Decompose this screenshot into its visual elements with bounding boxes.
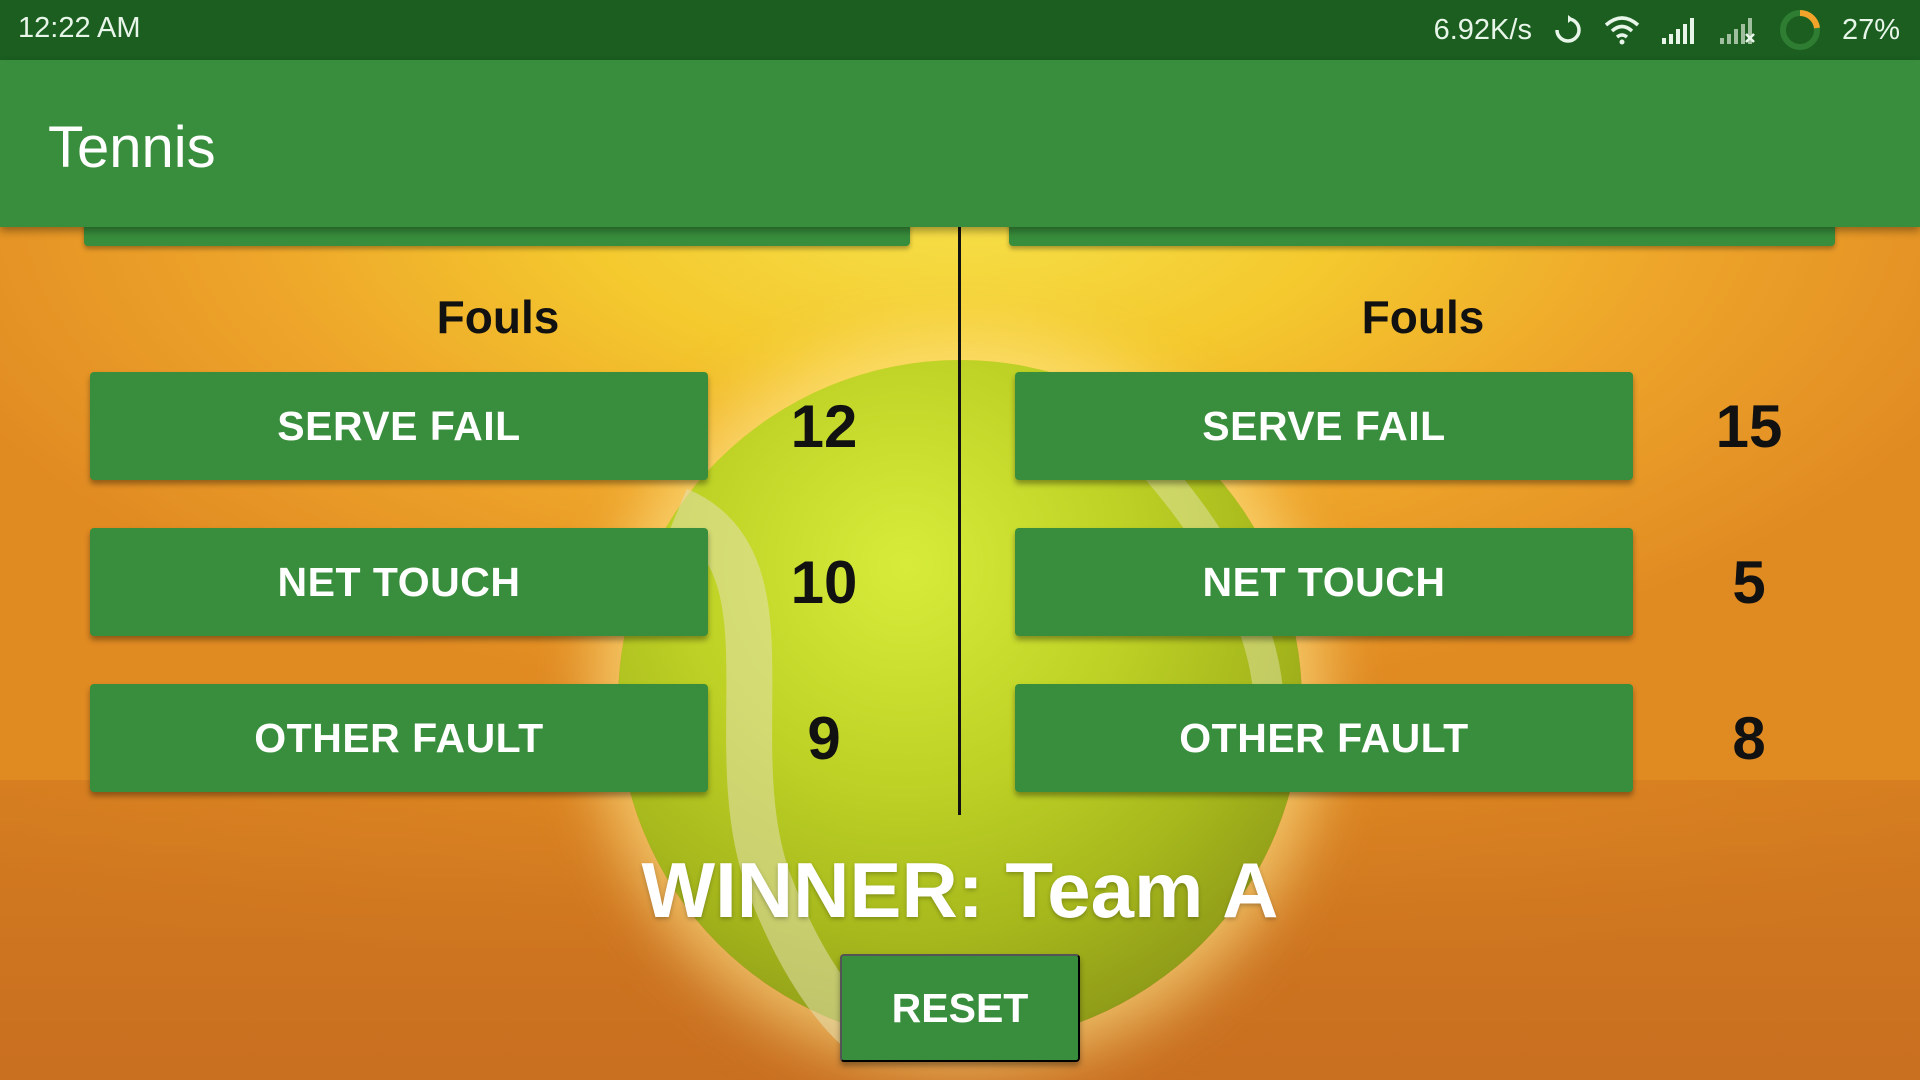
team-a-serve-fail-button[interactable]: SERVE FAIL bbox=[90, 372, 708, 480]
app-title: Tennis bbox=[48, 115, 216, 180]
winner-label: WINNER: Team A bbox=[641, 846, 1279, 934]
team-b-other-fault-count: 8 bbox=[1732, 705, 1766, 772]
team-a-other-fault-button[interactable]: OTHER FAULT bbox=[90, 684, 708, 792]
team-a-net-touch-count: 10 bbox=[790, 549, 858, 616]
team-b-net-touch-button[interactable]: NET TOUCH bbox=[1015, 528, 1633, 636]
status-bar: 12:22 AM 6.92K/s 27% bbox=[0, 0, 1920, 60]
app-bar: Tennis bbox=[0, 60, 1920, 227]
wifi-icon bbox=[1604, 16, 1640, 45]
team-b-serve-fail-button[interactable]: SERVE FAIL bbox=[1015, 372, 1633, 480]
battery-percent: 27% bbox=[1841, 13, 1900, 46]
team-a-net-touch-button[interactable]: NET TOUCH bbox=[90, 528, 708, 636]
signal-no-sim-icon bbox=[1719, 18, 1755, 44]
team-b-other-fault-button[interactable]: OTHER FAULT bbox=[1015, 684, 1633, 792]
network-speed: 6.92K/s bbox=[1433, 13, 1532, 46]
team-b-fouls-heading: Fouls bbox=[1361, 291, 1485, 343]
status-time: 12:22 AM bbox=[18, 12, 141, 44]
status-icons: 6.92K/s 27% bbox=[1434, 8, 1900, 52]
battery-ring-icon bbox=[1779, 9, 1820, 50]
team-b-net-touch-count: 5 bbox=[1732, 549, 1766, 616]
team-a-serve-fail-count: 12 bbox=[790, 393, 858, 460]
signal-icon bbox=[1661, 18, 1694, 44]
team-a-other-fault-count: 9 bbox=[807, 705, 841, 772]
team-b-serve-fail-count: 15 bbox=[1715, 393, 1783, 460]
sync-icon bbox=[1555, 15, 1581, 43]
reset-button[interactable]: RESET bbox=[840, 954, 1080, 1062]
team-divider bbox=[958, 227, 961, 815]
team-a-fouls-heading: Fouls bbox=[436, 291, 560, 343]
app-screen: 12:22 AM 6.92K/s 27% Tennis Fouls SERVE … bbox=[0, 0, 1920, 1080]
